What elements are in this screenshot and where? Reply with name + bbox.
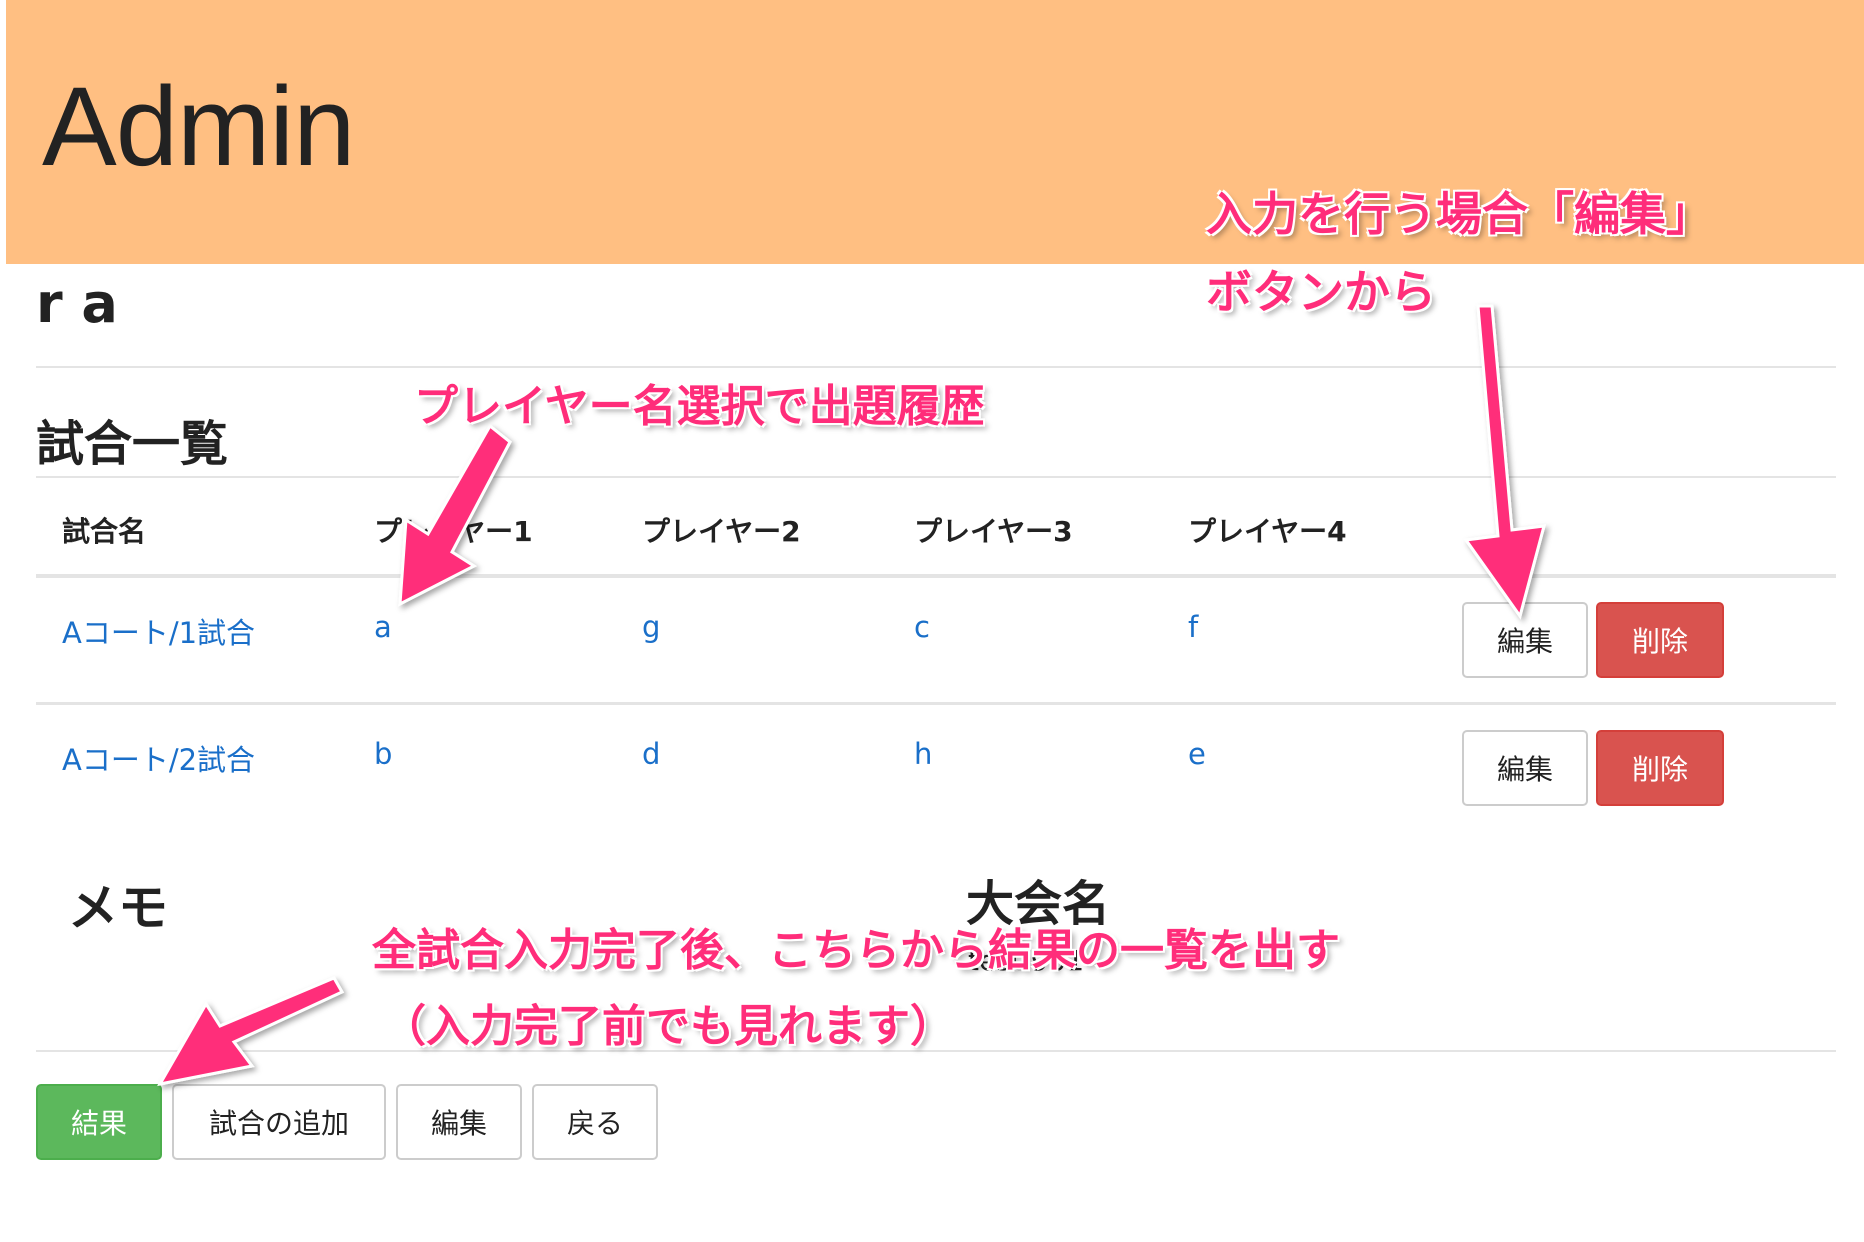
player-history-hint: プレイヤー名選択で出題履歴 [414, 381, 985, 432]
result-hint-line1: 全試合入力完了後、こちらから結果の一覧を出す [372, 925, 1340, 976]
edit-hint-line1: 入力を行う場合「編集」 [1206, 187, 1712, 241]
edit-hint-line2: ボタンから [1206, 265, 1436, 319]
arrow-to-result-button [157, 976, 345, 1087]
arrow-to-player-link [398, 423, 512, 607]
arrow-to-edit-button [1463, 304, 1547, 620]
result-hint-line2: （入力完了前でも見れます） [382, 1001, 954, 1052]
